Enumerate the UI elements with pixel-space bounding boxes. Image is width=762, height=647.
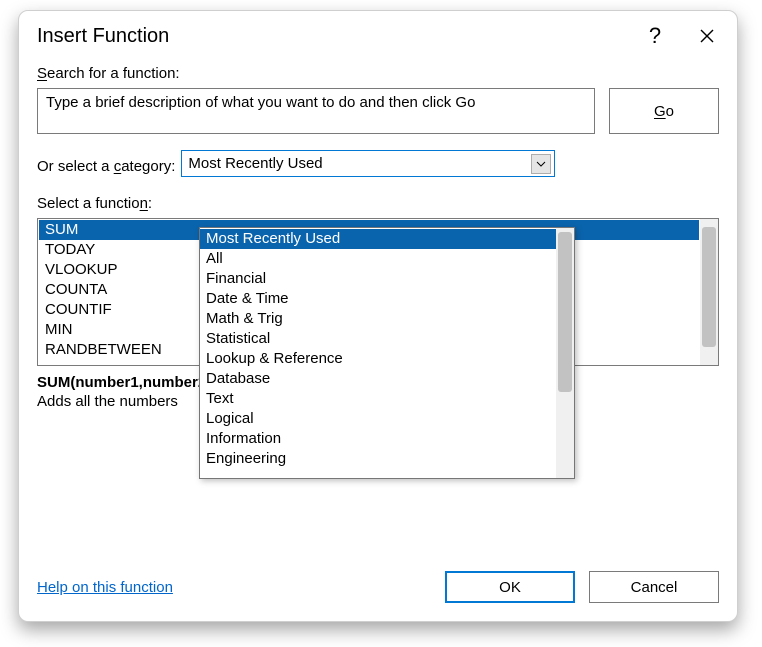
dialog-title: Insert Function (37, 25, 169, 48)
select-function-label: Select a function: (37, 195, 719, 212)
search-label: Search for a function: (37, 65, 719, 82)
category-option[interactable]: Engineering (200, 449, 556, 469)
help-button[interactable]: ? (631, 21, 679, 51)
titlebar: Insert Function ? (19, 11, 737, 55)
category-option[interactable]: Lookup & Reference (200, 349, 556, 369)
dialog-footer: Help on this function OK Cancel (19, 571, 737, 621)
category-option[interactable]: Database (200, 369, 556, 389)
ok-button[interactable]: OK (445, 571, 575, 603)
category-option[interactable]: Financial (200, 269, 556, 289)
category-option[interactable]: All (200, 249, 556, 269)
help-on-function-link[interactable]: Help on this function (37, 579, 173, 596)
go-button[interactable]: Go (609, 88, 719, 134)
scrollbar[interactable] (700, 219, 718, 365)
close-button[interactable] (683, 21, 731, 51)
close-icon (700, 29, 714, 43)
category-option[interactable]: Math & Trig (200, 309, 556, 329)
category-option[interactable]: Text (200, 389, 556, 409)
category-selected-value: Most Recently Used (188, 155, 531, 172)
cancel-button[interactable]: Cancel (589, 571, 719, 603)
scrollbar-thumb[interactable] (702, 227, 716, 347)
scrollbar[interactable] (556, 228, 574, 478)
insert-function-dialog: Insert Function ? Search for a function:… (18, 10, 738, 622)
category-option[interactable]: Date & Time (200, 289, 556, 309)
category-option[interactable]: Information (200, 429, 556, 449)
dialog-body: Search for a function: Go Or select a ca… (19, 55, 737, 571)
chevron-down-icon (531, 154, 551, 174)
scrollbar-thumb[interactable] (558, 232, 572, 392)
category-dropdown-list[interactable]: Most Recently UsedAllFinancialDate & Tim… (199, 227, 575, 479)
category-option[interactable]: Most Recently Used (200, 229, 556, 249)
category-option[interactable]: Logical (200, 409, 556, 429)
category-option[interactable]: Statistical (200, 329, 556, 349)
category-select[interactable]: Most Recently Used (181, 150, 555, 177)
category-label: Or select a category: (37, 158, 175, 175)
search-input[interactable] (37, 88, 595, 134)
